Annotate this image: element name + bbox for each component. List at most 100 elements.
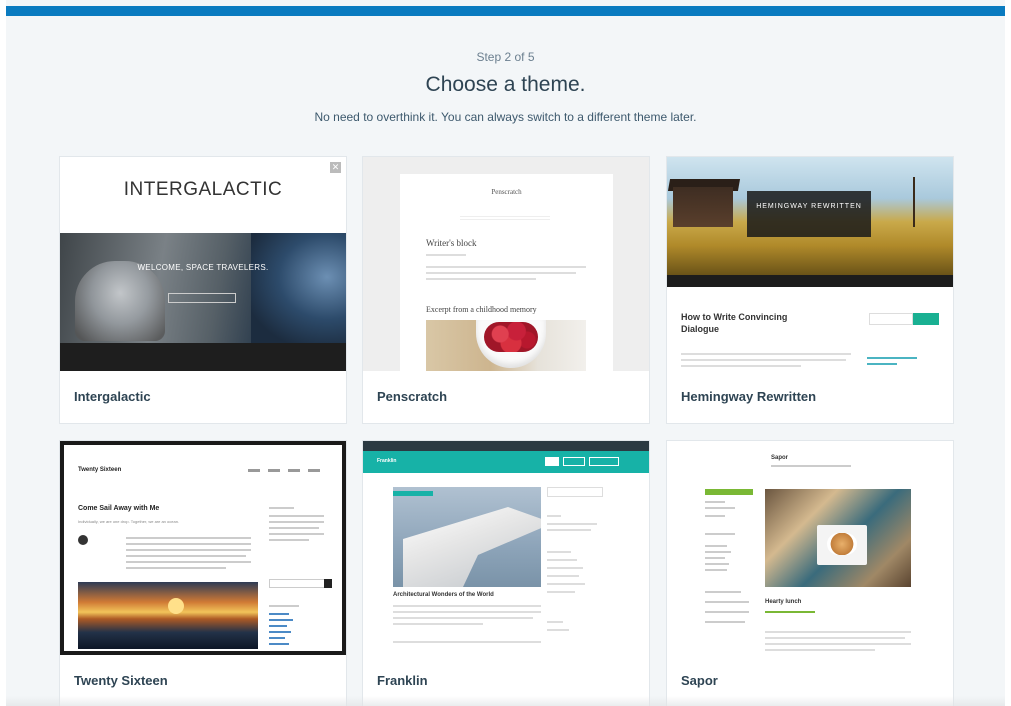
preview-sidebar-line (547, 559, 577, 561)
theme-card-intergalactic[interactable]: INTERGALACTIC ✕ WELCOME, SPACE TRAVELERS… (60, 157, 346, 423)
theme-card-franklin[interactable]: Franklin Architectural Wonders of the Wo… (363, 441, 649, 706)
theme-preview-image: Sapor Hearty lunch (667, 441, 953, 655)
preview-post-title: Architectural Wonders of the World (393, 592, 494, 598)
preview-food-photo (765, 489, 911, 587)
preview-berries (484, 322, 538, 352)
theme-preview-image: Twenty Sixteen Come Sail Away with Me In… (60, 441, 346, 655)
theme-name: Twenty Sixteen (74, 673, 168, 688)
preview-sidebar-line (705, 621, 745, 623)
preview-sidebar-line (547, 567, 583, 569)
preview-text-line (126, 561, 251, 563)
preview-sidebar-line (269, 507, 294, 509)
avatar (78, 535, 88, 545)
preview-architecture (403, 507, 541, 587)
preview-sidebar-line (269, 515, 324, 517)
preview-sidebar-line (269, 527, 319, 529)
preview-nav (460, 216, 550, 220)
theme-card-sapor[interactable]: Sapor Hearty lunch Sapor (667, 441, 953, 706)
preview-site-title: Penscratch (491, 188, 522, 196)
preview-text-line (765, 631, 911, 633)
theme-preview-image: INTERGALACTIC ✕ WELCOME, SPACE TRAVELERS… (60, 157, 346, 371)
preview-hero: WELCOME, SPACE TRAVELERS. (60, 233, 346, 343)
preview-photo (426, 320, 586, 371)
preview-sidebar-line (547, 515, 561, 517)
preview-text-line (681, 365, 801, 367)
preview-site-title: Sapor (771, 455, 789, 461)
preview-sidebar-line (269, 521, 324, 523)
preview-sidebar-line (705, 501, 725, 503)
theme-picker-page: Step 2 of 5 Choose a theme. No need to o… (6, 0, 1005, 706)
preview-astronaut (75, 261, 165, 341)
progress-bar (6, 6, 1005, 16)
preview-text-line (126, 549, 251, 551)
preview-site-title: Twenty Sixteen (78, 467, 122, 473)
preview-sidebar-line (705, 563, 729, 565)
preview-hero-photo (393, 487, 541, 587)
preview-sidebar-line (705, 591, 741, 593)
preview-sidebar-line (705, 569, 727, 571)
preview-sidebar-line (269, 605, 299, 607)
preview-text-line (126, 555, 246, 557)
preview-sidebar-line (705, 551, 731, 553)
step-indicator: Step 2 of 5 (476, 50, 535, 64)
preview-search-button (324, 579, 332, 588)
preview-post-title-2: Excerpt from a childhood memory (426, 305, 537, 314)
preview-hero-text: WELCOME, SPACE TRAVELERS. (137, 263, 269, 272)
theme-card-penscratch[interactable]: Penscratch Writer's block Excerpt from a… (363, 157, 649, 423)
preview-nav (667, 275, 953, 287)
preview-header: INTERGALACTIC ✕ (60, 157, 346, 233)
preview-post-meta (765, 611, 815, 613)
preview-meta-line (426, 254, 466, 256)
preview-sidebar-line (705, 515, 725, 517)
theme-name: Penscratch (377, 389, 448, 404)
preview-post-title: Come Sail Away with Me (78, 505, 160, 512)
preview-nav-button (589, 457, 619, 466)
preview-sidebar-line (705, 507, 735, 509)
preview-text-line (681, 359, 846, 361)
preview-title-box: HEMINGWAY REWRITTEN (747, 191, 871, 237)
preview-menu-highlight (705, 489, 753, 495)
preview-sidebar-line (269, 539, 309, 541)
preview-widget-link (867, 363, 897, 365)
preview-sidebar-line (547, 529, 591, 531)
preview-text-line (126, 567, 226, 569)
preview-text-line (426, 272, 576, 274)
preview-sidebar-link (269, 613, 289, 615)
page-title: Choose a theme. (425, 73, 586, 96)
preview-text-line (426, 278, 536, 280)
preview-text-line (426, 266, 586, 268)
preview-hero-title: HEMINGWAY REWRITTEN (756, 203, 862, 210)
preview-text-line (126, 537, 251, 539)
preview-brand: Franklin (377, 458, 397, 464)
preview-page: Penscratch Writer's block Excerpt from a… (400, 174, 613, 371)
preview-sidebar-link (269, 643, 289, 645)
preview-sidebar-line (269, 533, 324, 535)
preview-sidebar-line (547, 551, 571, 553)
theme-preview-image: Penscratch Writer's block Excerpt from a… (363, 157, 649, 371)
preview-sidebar-line (547, 591, 575, 593)
preview-logo: INTERGALACTIC (123, 179, 283, 200)
preview-nav (248, 469, 328, 472)
preview-sun (168, 598, 184, 614)
theme-name: Sapor (681, 673, 718, 688)
preview-sidebar-line (547, 629, 569, 631)
preview-text-line (393, 611, 541, 613)
preview-text-line (126, 543, 251, 545)
preview-post-sub: Individually, we are one drop. Together,… (78, 519, 180, 524)
preview-text-line (765, 643, 911, 645)
preview-text-line (393, 623, 483, 625)
preview-sidebar-line (705, 611, 749, 613)
theme-card-hemingway-rewritten[interactable]: HEMINGWAY REWRITTEN How to Write Convinc… (667, 157, 953, 423)
theme-card-twenty-sixteen[interactable]: Twenty Sixteen Come Sail Away with Me In… (60, 441, 346, 706)
preview-text-line (681, 353, 851, 355)
preview-search-box (547, 487, 603, 497)
preview-sidebar-line (547, 583, 585, 585)
preview-sidebar-line (547, 523, 597, 525)
preview-text-line (393, 641, 541, 643)
preview-nav-button (563, 457, 585, 466)
preview-text-line (765, 637, 905, 639)
page-subtitle: No need to overthink it. You can always … (314, 110, 697, 124)
preview-sidebar-line (547, 575, 579, 577)
preview-sidebar-line (547, 621, 563, 623)
theme-name: Franklin (377, 673, 428, 688)
